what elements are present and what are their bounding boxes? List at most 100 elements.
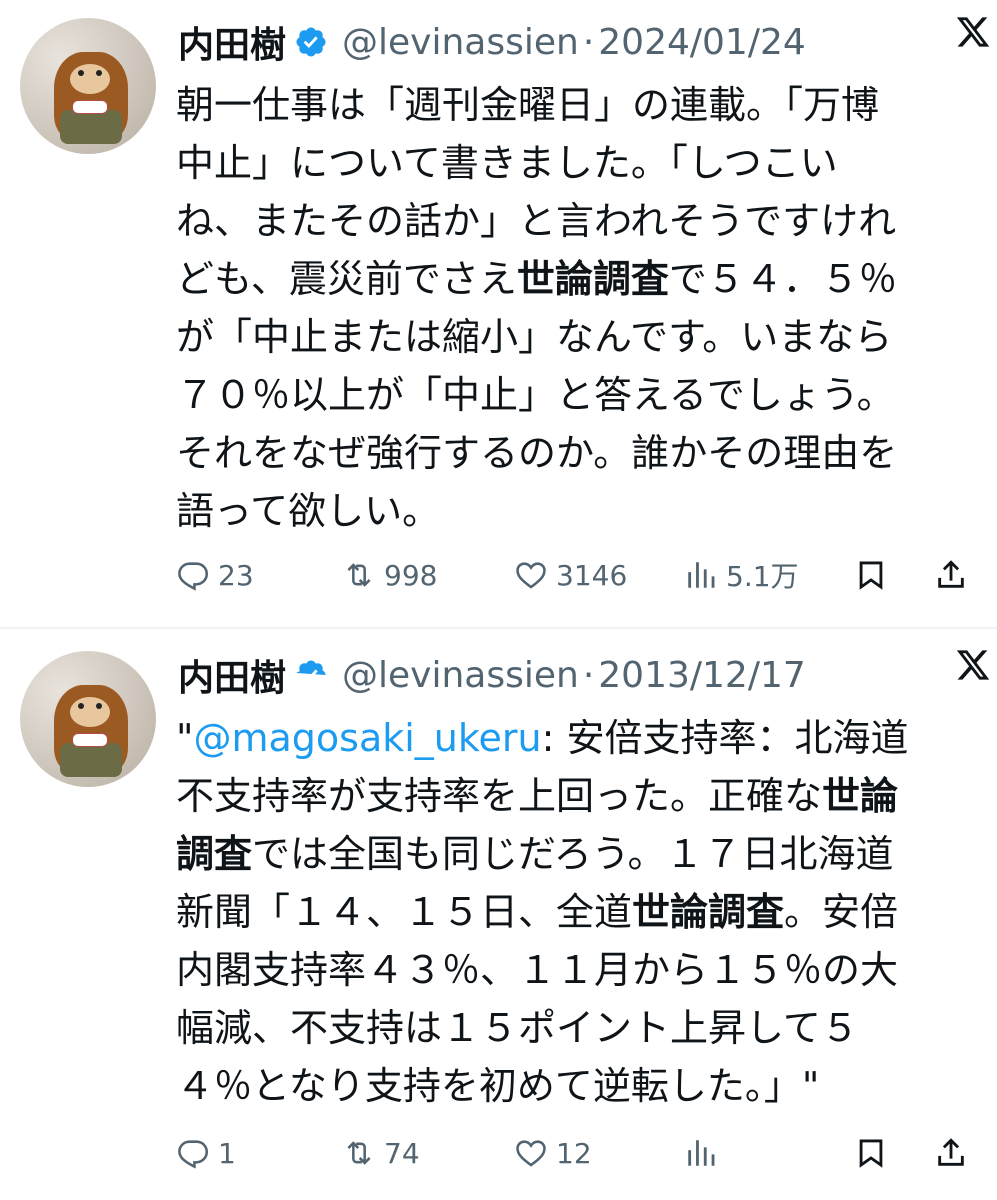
- highlighted-term: 世論調査: [516, 257, 669, 301]
- avatar[interactable]: [20, 651, 156, 787]
- tweet[interactable]: 内田樹 @levinassien · 2024/01/24 朝一仕事は「週刊金曜…: [0, 0, 997, 625]
- reply-icon: [178, 562, 209, 591]
- text-segment: 。安倍: [784, 890, 899, 934]
- avatar-eye: [78, 70, 84, 76]
- text-segment: が「中止または縮小」なんです。いまなら: [176, 315, 893, 359]
- reply-count: 23: [218, 558, 254, 592]
- tweet-text-line: ７０％以上が「中止」と答えるでしょう。: [176, 366, 976, 424]
- tweet-actions: 23 998 3146 5.1万: [176, 555, 976, 595]
- tweet-text-line: 不支持率が支持率を上回った。正確な世論: [176, 767, 976, 825]
- text-segment: ４％となり支持を初めて逆転した。」": [176, 1064, 820, 1108]
- separator-dot: ·: [582, 654, 595, 696]
- verified-badge-icon: [296, 660, 326, 681]
- author-handle[interactable]: @levinassien: [342, 22, 579, 63]
- heart-icon: [516, 1140, 546, 1167]
- avatar-badge: [72, 100, 108, 114]
- x-logo-icon: [956, 17, 990, 47]
- bookmark-icon: [859, 561, 883, 590]
- tweet-text-line: 語って欲しい。: [176, 482, 976, 540]
- text-segment: ": [176, 716, 194, 760]
- tweet-text-line: ね、またその話か」と言われそうですけれ: [176, 192, 976, 250]
- tweet-actions: 1 74 12: [176, 1133, 976, 1173]
- tweet-text-line: 新聞「１４、１５日、全道世論調査。安倍: [176, 883, 976, 941]
- verified-badge-icon: [296, 27, 326, 57]
- like-button[interactable]: 3146: [514, 555, 627, 595]
- reply-icon: [178, 1140, 209, 1169]
- avatar[interactable]: [20, 18, 156, 154]
- retweet-icon: [347, 563, 371, 587]
- text-segment: ７０％以上が「中止」と答えるでしょう。: [176, 373, 895, 417]
- reply-count: 1: [218, 1136, 236, 1170]
- views-icon: [688, 562, 715, 588]
- share-icon: [938, 560, 964, 588]
- heart-icon: [516, 562, 546, 589]
- share-button[interactable]: [934, 1133, 968, 1173]
- bookmark-button[interactable]: [854, 1133, 888, 1173]
- reply-button[interactable]: 1: [176, 1133, 236, 1173]
- x-logo-icon: [956, 650, 990, 680]
- tweet-text-line: 内閣支持率４３％、１１月から１５％の大: [176, 941, 976, 999]
- highlighted-term: 世論: [822, 774, 899, 818]
- share-button[interactable]: [934, 555, 968, 595]
- avatar-eye: [78, 703, 84, 709]
- like-button[interactable]: 12: [514, 1133, 592, 1173]
- tweet-text-line: ４％となり支持を初めて逆転した。」": [176, 1057, 976, 1115]
- reply-button[interactable]: 23: [176, 555, 254, 595]
- tweet-text-line: 朝一仕事は「週刊金曜日」の連載。「万博: [176, 76, 976, 134]
- text-segment: 語って欲しい。: [176, 489, 441, 533]
- avatar-vest: [60, 110, 122, 144]
- bookmark-icon: [859, 1139, 883, 1168]
- views-button[interactable]: 5.1万: [684, 555, 799, 595]
- highlighted-term: 世論調査: [632, 890, 785, 934]
- retweet-icon: [347, 1141, 371, 1165]
- views-icon: [688, 1140, 715, 1166]
- tweet-text-line: 幅減、不支持は１５ポイント上昇して５: [176, 999, 976, 1057]
- tweet-text-line: それをなぜ強行するのか。誰かその理由を: [176, 424, 976, 482]
- text-segment: 朝一仕事は「週刊金曜日」の連載。「万博: [176, 83, 880, 127]
- text-segment: 新聞「１４、１５日、全道: [176, 890, 633, 934]
- views-count: 5.1万: [726, 560, 799, 593]
- text-segment: で５４．５％: [668, 257, 897, 301]
- tweet-text-line: 調査では全国も同じだろう。１７日北海道: [176, 825, 976, 883]
- avatar-face: [70, 64, 110, 94]
- views-button[interactable]: [684, 1133, 726, 1173]
- separator-dot: ·: [582, 21, 595, 63]
- avatar-eye: [96, 703, 102, 709]
- retweet-count: 998: [384, 558, 438, 592]
- tweet-text-line: 中止」について書きました。「しつこい: [176, 134, 976, 192]
- text-segment: 幅減、不支持は１５ポイント上昇して５: [176, 1006, 859, 1050]
- author-name[interactable]: 内田樹: [178, 649, 286, 701]
- tweet-text: 朝一仕事は「週刊金曜日」の連載。「万博 中止」について書きました。「しつこいね、ま…: [176, 76, 976, 540]
- tweet[interactable]: 内田樹 @levinassien · 2013/12/17 "@magosaki…: [0, 633, 997, 1200]
- avatar-face: [70, 697, 110, 727]
- text-segment: ども、震災前でさえ: [176, 257, 517, 301]
- author-handle[interactable]: @levinassien: [342, 655, 579, 696]
- tweet-text-line: "@magosaki_ukeru: 安倍支持率：北海道: [176, 709, 976, 767]
- avatar-eye: [96, 70, 102, 76]
- tweet-date[interactable]: 2024/01/24: [598, 22, 806, 63]
- text-segment: では全国も同じだろう。１７日北海道: [252, 832, 894, 876]
- tweet-text-line: が「中止または縮小」なんです。いまなら: [176, 308, 976, 366]
- like-count: 12: [556, 1136, 592, 1170]
- bookmark-button[interactable]: [854, 555, 888, 595]
- text-segment: ね、またその話か」と言われそうですけれ: [176, 199, 897, 243]
- tweet-header: 内田樹 @levinassien · 2013/12/17: [178, 647, 977, 703]
- text-segment: 内閣支持率４３％、１１月から１５％の大: [176, 948, 899, 992]
- text-segment: 中止」について書きました。「しつこい: [176, 141, 838, 185]
- avatar-badge: [72, 733, 108, 747]
- mention-link[interactable]: @magosaki_ukeru: [193, 716, 541, 760]
- tweet-divider: [0, 627, 997, 629]
- highlighted-term: 調査: [176, 832, 253, 876]
- retweet-button[interactable]: 74: [342, 1133, 420, 1173]
- retweet-button[interactable]: 998: [342, 555, 437, 595]
- tweet-header: 内田樹 @levinassien · 2024/01/24: [178, 14, 977, 70]
- author-name[interactable]: 内田樹: [178, 16, 286, 68]
- retweet-count: 74: [384, 1136, 420, 1170]
- text-segment: それをなぜ強行するのか。誰かその理由を: [176, 431, 898, 475]
- share-icon: [938, 1138, 964, 1166]
- like-count: 3146: [556, 558, 628, 592]
- tweet-date[interactable]: 2013/12/17: [598, 655, 806, 696]
- text-segment: 不支持率が支持率を上回った。正確な: [176, 774, 823, 818]
- tweet-text: "@magosaki_ukeru: 安倍支持率：北海道 不支持率が支持率を上回った…: [176, 709, 976, 1115]
- text-segment: : 安倍支持率：北海道: [541, 716, 909, 760]
